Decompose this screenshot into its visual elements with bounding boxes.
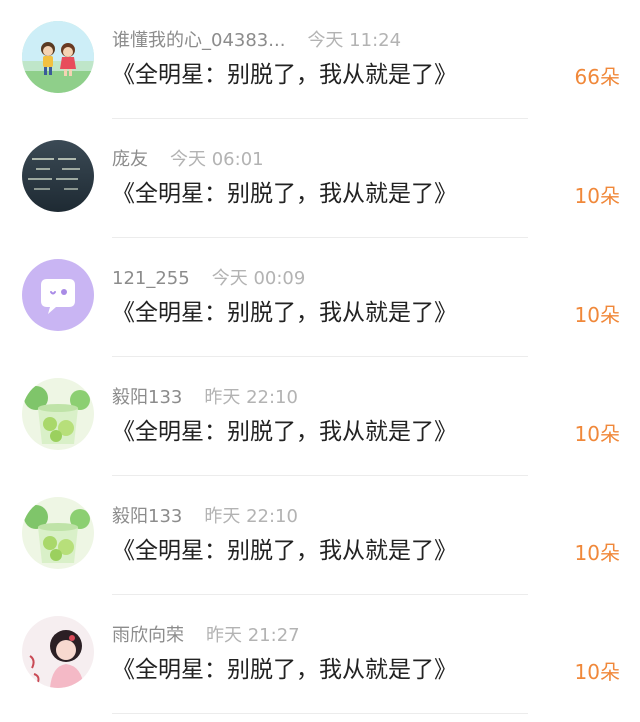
lime-drink-avatar-icon <box>22 497 94 569</box>
lime-drink-avatar-icon <box>22 378 94 450</box>
flower-count: 10朵 <box>574 422 620 446</box>
comment-meta: 121_255 今天 00:09 <box>112 267 305 291</box>
cartoon-couple-avatar-icon <box>22 21 94 93</box>
user-name[interactable]: 谁懂我的心_04383... <box>112 30 285 51</box>
purple-chat-bubble-avatar-icon <box>22 259 94 331</box>
book-title[interactable]: 《全明星：别脱了，我从就是了》 <box>112 415 457 449</box>
list-item[interactable]: 121_255 今天 00:09 《全明星：别脱了，我从就是了》 10朵 <box>0 238 640 357</box>
user-name[interactable]: 121_255 <box>112 268 190 289</box>
book-title[interactable]: 《全明星：别脱了，我从就是了》 <box>112 534 457 568</box>
book-title[interactable]: 《全明星：别脱了，我从就是了》 <box>112 653 457 687</box>
user-name[interactable]: 毅阳133 <box>112 387 182 408</box>
flower-count: 10朵 <box>574 541 620 565</box>
flower-count: 10朵 <box>574 184 620 208</box>
avatar[interactable] <box>22 140 94 212</box>
comment-meta: 雨欣向荣 昨天 21:27 <box>112 624 300 648</box>
divider <box>112 713 528 714</box>
user-name[interactable]: 庞友 <box>112 149 148 170</box>
timestamp: 今天 06:01 <box>170 149 264 170</box>
timestamp: 昨天 22:10 <box>204 506 298 527</box>
comment-meta: 谁懂我的心_04383... 今天 11:24 <box>112 29 401 53</box>
list-item[interactable]: 毅阳133 昨天 22:10 《全明星：别脱了，我从就是了》 10朵 <box>0 476 640 595</box>
comment-meta: 毅阳133 昨天 22:10 <box>112 505 298 529</box>
list-item[interactable]: 庞友 今天 06:01 《全明星：别脱了，我从就是了》 10朵 <box>0 119 640 238</box>
timestamp: 今天 00:09 <box>211 268 306 289</box>
avatar[interactable] <box>22 497 94 569</box>
flower-count: 66朵 <box>574 65 620 89</box>
avatar[interactable] <box>22 616 94 688</box>
list-item[interactable]: 谁懂我的心_04383... 今天 11:24 《全明星：别脱了，我从就是了》 6… <box>0 0 640 119</box>
comment-meta: 庞友 今天 06:01 <box>112 148 264 172</box>
flower-count: 10朵 <box>574 660 620 684</box>
book-title[interactable]: 《全明星：别脱了，我从就是了》 <box>112 177 457 211</box>
flower-count: 10朵 <box>574 303 620 327</box>
list-item[interactable]: 毅阳133 昨天 22:10 《全明星：别脱了，我从就是了》 10朵 <box>0 357 640 476</box>
timestamp: 昨天 22:10 <box>204 387 298 408</box>
avatar[interactable] <box>22 21 94 93</box>
list-item[interactable]: 雨欣向荣 昨天 21:27 《全明星：别脱了，我从就是了》 10朵 <box>0 595 640 714</box>
book-title[interactable]: 《全明星：别脱了，我从就是了》 <box>112 58 457 92</box>
book-title[interactable]: 《全明星：别脱了，我从就是了》 <box>112 296 457 330</box>
timestamp: 今天 11:24 <box>307 30 402 51</box>
user-name[interactable]: 雨欣向荣 <box>112 625 184 646</box>
user-name[interactable]: 毅阳133 <box>112 506 182 527</box>
girl-portrait-avatar-icon <box>22 616 94 688</box>
comment-meta: 毅阳133 昨天 22:10 <box>112 386 298 410</box>
avatar[interactable] <box>22 259 94 331</box>
timestamp: 昨天 21:27 <box>206 625 300 646</box>
avatar[interactable] <box>22 378 94 450</box>
text-night-sky-avatar-icon <box>22 140 94 212</box>
comment-list: 谁懂我的心_04383... 今天 11:24 《全明星：别脱了，我从就是了》 6… <box>0 0 640 722</box>
